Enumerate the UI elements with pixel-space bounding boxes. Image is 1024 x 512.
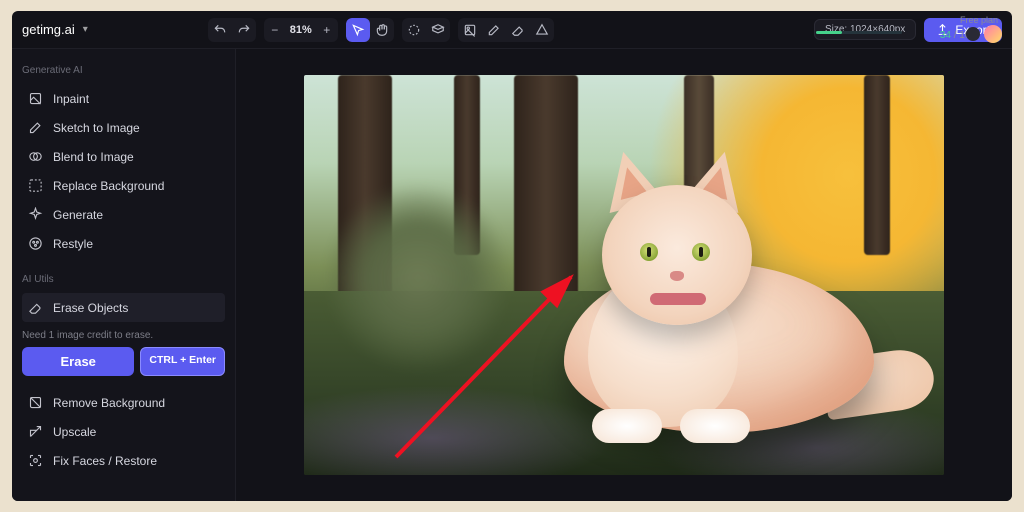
topbar: getimg.ai ▾ − 81% + xyxy=(12,11,1012,49)
sidebar-item-inpaint[interactable]: Inpaint xyxy=(22,84,225,113)
sidebar-item-label: Fix Faces / Restore xyxy=(53,454,157,468)
sidebar-item-label: Restyle xyxy=(53,237,93,251)
history-tools xyxy=(208,18,256,42)
shapes-tool[interactable] xyxy=(530,18,554,42)
canvas-area[interactable] xyxy=(236,49,1012,501)
zoom-value: 81% xyxy=(286,24,316,36)
selection-tools xyxy=(402,18,450,42)
sidebar-item-label: Sketch to Image xyxy=(53,121,140,135)
zoom-out-button[interactable]: − xyxy=(264,18,286,42)
brand-label: getimg.ai xyxy=(22,22,75,37)
erased-region xyxy=(328,183,508,373)
cat-subject xyxy=(484,153,924,453)
sidebar-item-generate[interactable]: Generate xyxy=(22,200,225,229)
redo-button[interactable] xyxy=(232,18,256,42)
zoom-in-button[interactable]: + xyxy=(316,18,338,42)
image-tool[interactable] xyxy=(458,18,482,42)
sidebar: Generative AI Inpaint Sketch to Image Bl… xyxy=(12,49,236,501)
brush-tool[interactable] xyxy=(482,18,506,42)
notifications-icon[interactable] xyxy=(966,27,980,41)
credits-progress xyxy=(816,31,902,34)
sidebar-item-label: Upscale xyxy=(53,425,96,439)
sidebar-item-label: Blend to Image xyxy=(53,150,134,164)
avatar[interactable] xyxy=(984,25,1002,43)
sidebar-item-label: Replace Background xyxy=(53,179,164,193)
lasso-tool[interactable] xyxy=(426,18,450,42)
sidebar-item-label: Generate xyxy=(53,208,103,222)
zoom-control: − 81% + xyxy=(264,18,338,42)
sidebar-item-erase-objects[interactable]: Erase Objects xyxy=(22,293,225,322)
sidebar-item-restyle[interactable]: Restyle xyxy=(22,229,225,258)
app-window: Free plan 34 / 100 getimg.ai ▾ − 81% + xyxy=(12,11,1012,501)
erase-credit-hint: Need 1 image credit to erase. xyxy=(22,330,225,341)
erase-button[interactable]: Erase xyxy=(22,347,134,376)
erase-shortcut: CTRL + Enter xyxy=(140,347,225,376)
edit-tools xyxy=(458,18,554,42)
canvas-image[interactable] xyxy=(304,75,944,475)
canvas-size-pill[interactable]: Size: 1024×640px xyxy=(814,19,916,40)
hand-tool[interactable] xyxy=(370,18,394,42)
sidebar-head-utils: AI Utils xyxy=(22,274,225,285)
eraser-tool[interactable] xyxy=(506,18,530,42)
sidebar-item-remove-bg[interactable]: Remove Background xyxy=(22,388,225,417)
sidebar-item-upscale[interactable]: Upscale xyxy=(22,417,225,446)
sidebar-item-sketch[interactable]: Sketch to Image xyxy=(22,113,225,142)
plan-label: Free plan xyxy=(960,15,998,25)
sidebar-item-blend[interactable]: Blend to Image xyxy=(22,142,225,171)
sidebar-item-label: Remove Background xyxy=(53,396,165,410)
sidebar-item-fix-faces[interactable]: Fix Faces / Restore xyxy=(22,446,225,475)
marquee-tool[interactable] xyxy=(402,18,426,42)
select-tools xyxy=(346,18,394,42)
sidebar-head-generative: Generative AI xyxy=(22,65,225,76)
sidebar-item-label: Inpaint xyxy=(53,92,89,106)
chevron-down-icon: ▾ xyxy=(83,24,88,35)
pointer-tool[interactable] xyxy=(346,18,370,42)
sidebar-item-replace-bg[interactable]: Replace Background xyxy=(22,171,225,200)
sidebar-item-label: Erase Objects xyxy=(53,301,128,315)
undo-button[interactable] xyxy=(208,18,232,42)
brand[interactable]: getimg.ai ▾ xyxy=(22,22,88,37)
